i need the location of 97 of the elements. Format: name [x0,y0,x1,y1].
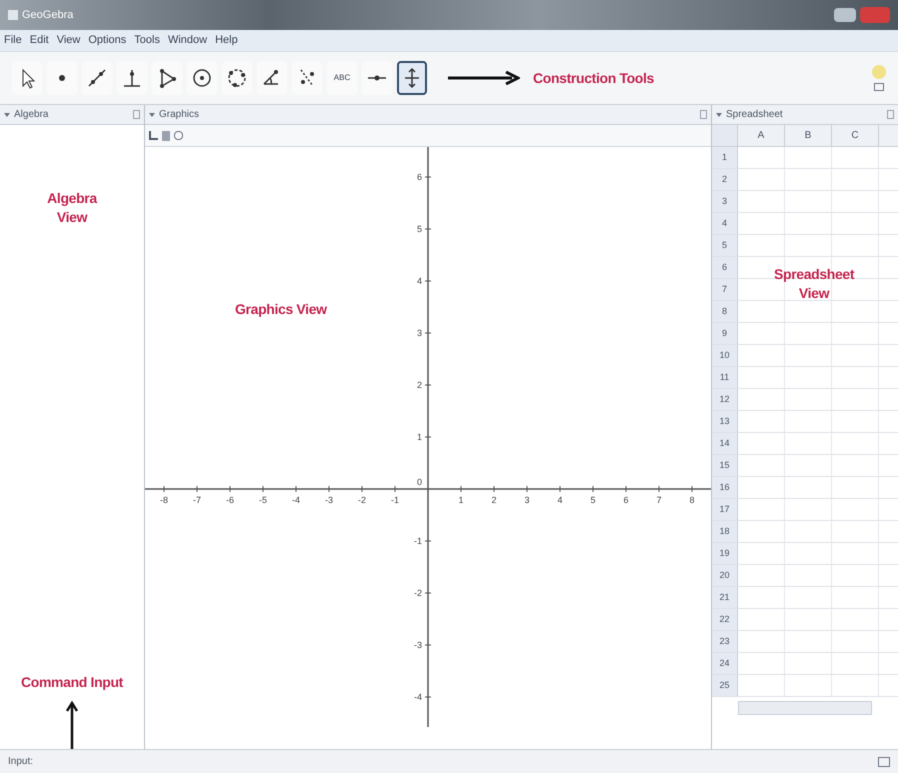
row-header[interactable]: 10 [712,345,738,366]
axes-icon[interactable] [149,131,158,140]
menu-item[interactable]: Options [88,32,126,49]
arrow-icon [66,701,78,749]
window-title: GeoGebra [22,8,74,23]
tool-button[interactable] [257,61,287,95]
caret-icon[interactable] [149,112,155,116]
tool-button[interactable] [152,61,182,95]
axis-label: -1 [391,495,399,505]
row-header[interactable]: 8 [712,301,738,322]
view-title: Spreadsheet [726,108,783,122]
menu-item[interactable]: Window [168,32,208,49]
column-header[interactable]: A [738,125,785,146]
slider-icon [367,74,387,82]
axis-label: -4 [292,495,300,505]
menu-item[interactable]: File [4,32,22,49]
tool-button[interactable] [362,61,392,95]
minimize-button[interactable] [834,8,856,22]
axis-label: 4 [558,495,562,505]
axis-label: -6 [226,495,234,505]
axis-label: -2 [414,588,422,598]
axis-label: 6 [624,495,628,505]
tool-button[interactable] [47,61,77,95]
row-header[interactable]: 25 [712,675,738,696]
axis-label: 5 [590,495,596,505]
tool-button[interactable] [117,61,147,95]
row-header[interactable]: 1 [712,147,738,168]
annotation-label: Construction Tools [533,68,654,88]
row-header[interactable]: 17 [712,499,738,520]
row-header[interactable]: 20 [712,565,738,586]
app-icon [8,10,18,20]
row-header[interactable]: 9 [712,323,738,344]
menu-item[interactable]: Tools [134,32,160,49]
axis-label: -1 [414,536,422,546]
row-header[interactable]: 16 [712,477,738,498]
axis-label: -3 [325,495,333,505]
row-header[interactable]: 3 [712,191,738,212]
annotation-label: Algebra View [46,189,98,227]
row-header[interactable]: 14 [712,433,738,454]
annotation-label: Graphics View [235,300,327,319]
close-icon[interactable] [887,110,894,119]
annotation-label: Spreadsheet View [774,265,854,303]
point-icon [58,74,66,82]
axis-label: 2 [492,495,496,505]
caret-icon[interactable] [716,112,722,116]
arrow-icon [448,71,520,85]
axis-label: 8 [690,495,694,505]
axis-label: 2 [416,380,422,390]
row-header[interactable]: 11 [712,367,738,388]
axis-label: 5 [416,224,422,234]
axis-label: 1 [458,495,464,505]
axis-label: 4 [416,276,422,286]
row-header[interactable]: 24 [712,653,738,674]
tool-button[interactable] [222,61,252,95]
tool-button[interactable] [82,61,112,95]
view-title: Graphics [159,108,200,122]
tool-button[interactable] [397,61,427,95]
row-header[interactable]: 13 [712,411,738,432]
row-header[interactable]: 18 [712,521,738,542]
column-header[interactable]: C [832,125,879,146]
axis-label: 3 [416,328,422,338]
row-header[interactable]: 5 [712,235,738,256]
tool-button[interactable] [292,61,322,95]
row-header[interactable]: 12 [712,389,738,410]
style-icon[interactable] [174,131,183,140]
axis-label: 1 [416,432,422,442]
axis-label: -5 [259,495,267,505]
axis-label: -2 [358,495,366,505]
row-header[interactable]: 21 [712,587,738,608]
axis-label: 0 [416,477,422,487]
tool-button[interactable] [12,61,42,95]
menu-item[interactable]: Help [215,32,238,49]
tool-button[interactable]: ABC [327,61,357,95]
row-header[interactable]: 23 [712,631,738,652]
row-header[interactable]: 6 [712,257,738,278]
close-icon[interactable] [700,110,707,119]
caret-icon[interactable] [4,112,10,116]
axis-label: -8 [160,495,168,505]
annotation-label: Command Input [21,673,123,692]
axis-label: -4 [414,692,422,702]
scrollbar[interactable] [738,701,872,715]
row-header[interactable]: 15 [712,455,738,476]
row-header[interactable]: 4 [712,213,738,234]
menu-item[interactable]: Edit [30,32,49,49]
row-header[interactable]: 2 [712,169,738,190]
axis-label: 6 [416,172,422,182]
row-header[interactable]: 19 [712,543,738,564]
axis-label: 3 [524,495,530,505]
axis-label: -7 [193,495,201,505]
column-header[interactable]: B [785,125,832,146]
tool-button[interactable] [187,61,217,95]
view-title: Algebra [14,108,48,122]
menu-item[interactable]: View [56,32,80,49]
row-header[interactable]: 7 [712,279,738,300]
axis-label: 7 [656,495,662,505]
row-header[interactable]: 22 [712,609,738,630]
axis-label: -3 [414,640,422,650]
